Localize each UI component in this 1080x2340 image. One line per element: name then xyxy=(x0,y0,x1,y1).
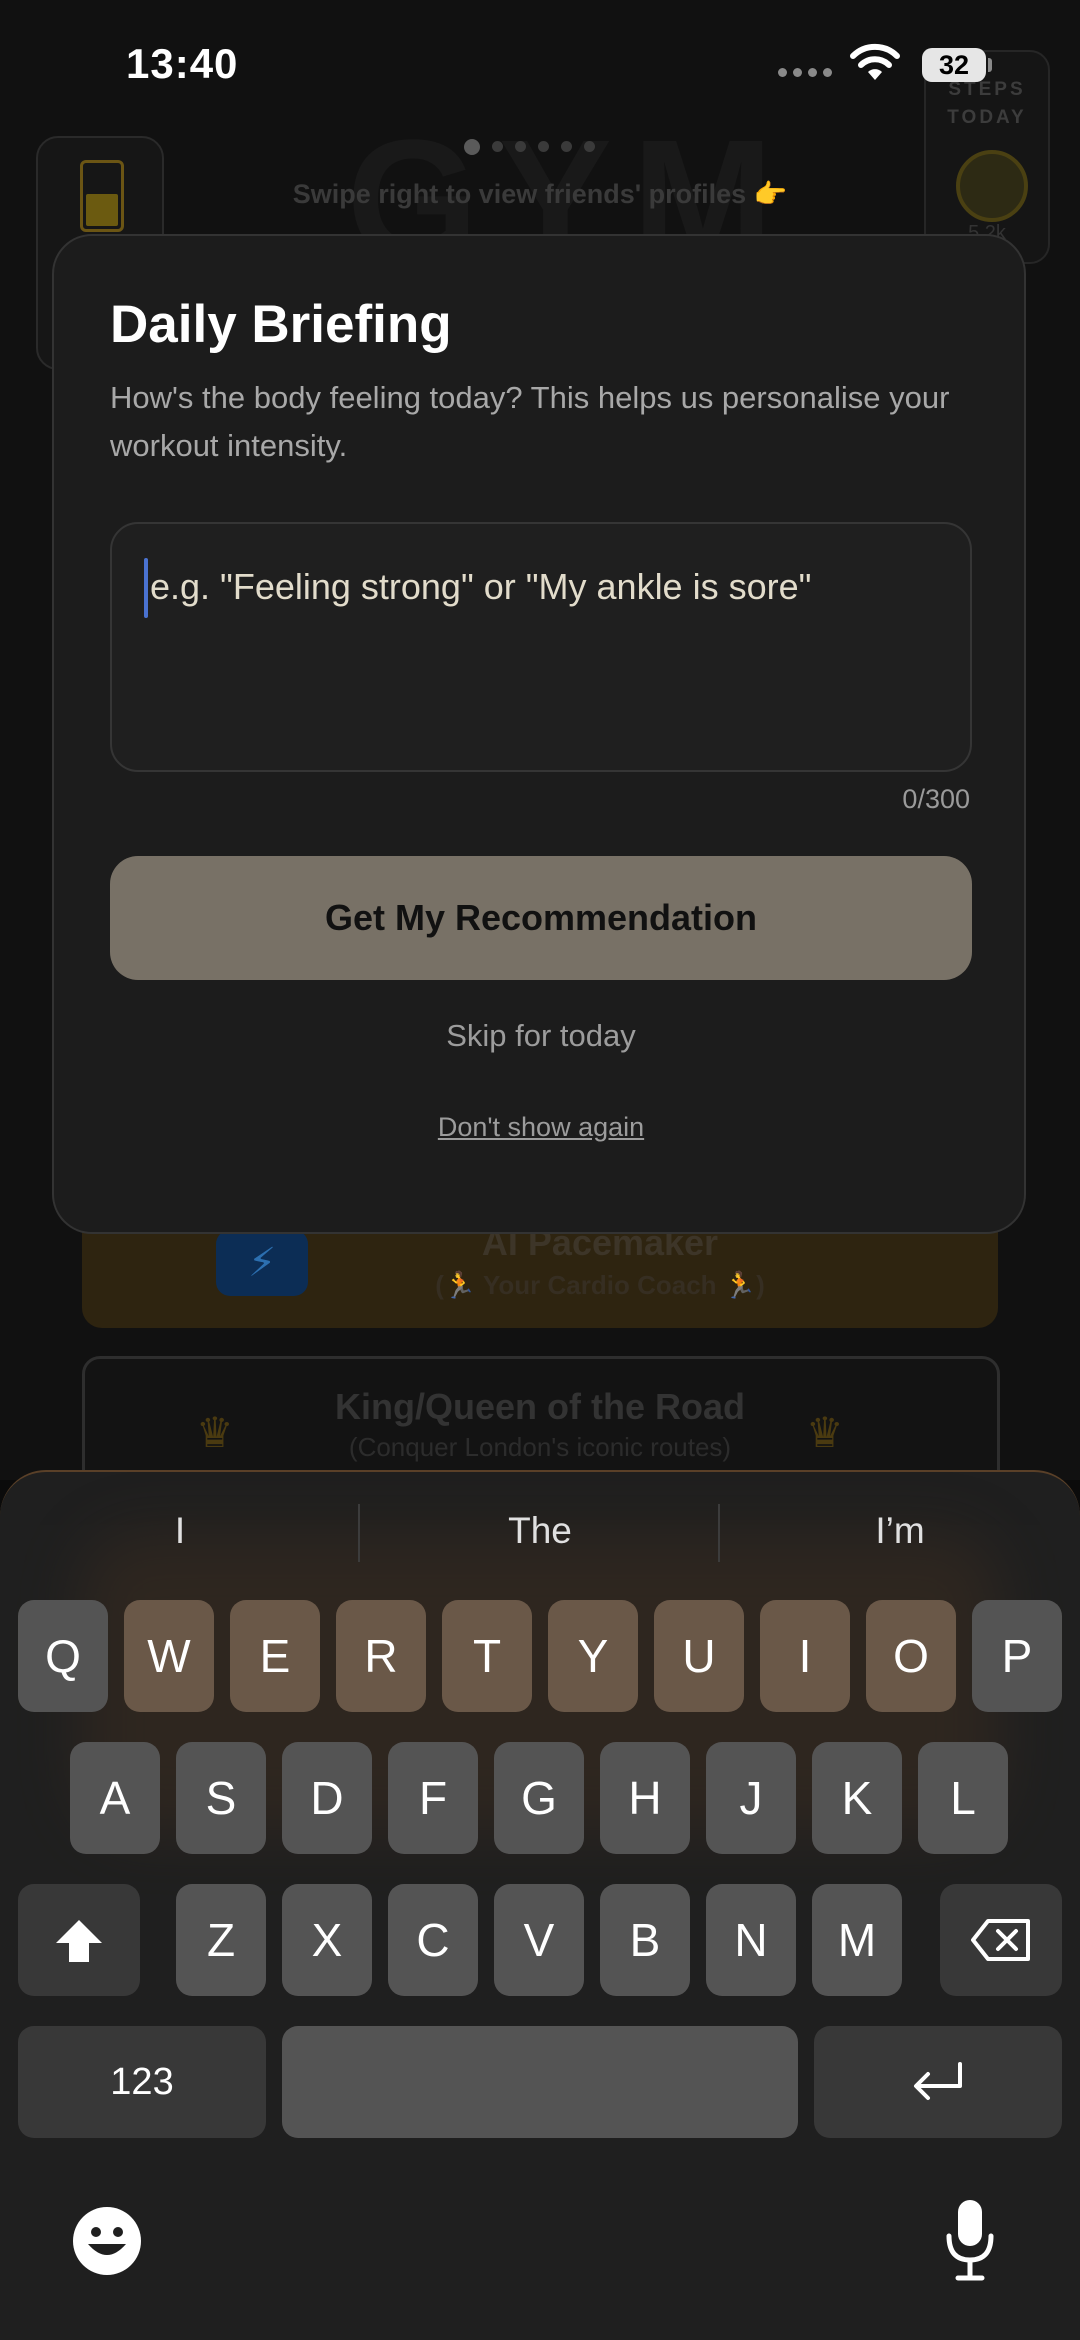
key-a[interactable]: A xyxy=(70,1742,160,1854)
key-i[interactable]: I xyxy=(760,1600,850,1712)
key-t[interactable]: T xyxy=(442,1600,532,1712)
numbers-key[interactable]: 123 xyxy=(18,2026,266,2138)
key-d[interactable]: D xyxy=(282,1742,372,1854)
key-n[interactable]: N xyxy=(706,1884,796,1996)
key-j[interactable]: J xyxy=(706,1742,796,1854)
key-r[interactable]: R xyxy=(336,1600,426,1712)
key-x[interactable]: X xyxy=(282,1884,372,1996)
modal-title: Daily Briefing xyxy=(110,295,452,354)
battery-level: 32 xyxy=(922,48,986,82)
keyboard: I The I’m Q W E R T Y U I O P A S D F G … xyxy=(0,1470,1080,2340)
lightning-icon: ⚡ xyxy=(216,1230,308,1296)
suggestion-2[interactable]: The xyxy=(370,1510,710,1552)
shift-key[interactable] xyxy=(18,1884,140,1996)
key-w[interactable]: W xyxy=(124,1600,214,1712)
get-recommendation-button[interactable]: Get My Recommendation xyxy=(110,856,972,980)
cellular-signal-icon xyxy=(778,68,832,77)
feeling-input[interactable]: e.g. "Feeling strong" or "My ankle is so… xyxy=(110,522,972,772)
key-f[interactable]: F xyxy=(388,1742,478,1854)
key-y[interactable]: Y xyxy=(548,1600,638,1712)
key-z[interactable]: Z xyxy=(176,1884,266,1996)
text-caret xyxy=(144,558,148,618)
status-time: 13:40 xyxy=(126,40,239,87)
backspace-icon xyxy=(971,1919,1030,1961)
road-title: King/Queen of the Road xyxy=(335,1386,745,1427)
dont-show-again-link[interactable]: Don't show again xyxy=(54,1112,1028,1143)
road-subtitle: (Conquer London's iconic routes) xyxy=(348,1432,732,1462)
modal-subtitle: How's the body feeling today? This helps… xyxy=(110,380,950,463)
emoji-icon[interactable] xyxy=(70,2204,144,2278)
key-q[interactable]: Q xyxy=(18,1600,108,1712)
microphone-icon[interactable] xyxy=(944,2196,996,2286)
pacemaker-subtitle: (🏃 Your Cardio Coach 🏃) xyxy=(435,1270,765,1300)
char-counter: 0/300 xyxy=(902,784,970,814)
key-l[interactable]: L xyxy=(918,1742,1008,1854)
suggestion-divider xyxy=(358,1504,360,1562)
page-indicator xyxy=(464,139,595,155)
feeling-input-placeholder: e.g. "Feeling strong" or "My ankle is so… xyxy=(150,566,812,607)
key-s[interactable]: S xyxy=(176,1742,266,1854)
wifi-icon xyxy=(850,43,900,80)
swipe-hint: Swipe right to view friends' profiles 👉 xyxy=(292,179,788,209)
crown-icon: ♛ xyxy=(196,1409,234,1456)
suggestion-divider xyxy=(718,1504,720,1562)
shift-icon xyxy=(56,1920,102,1962)
backspace-key[interactable] xyxy=(940,1884,1062,1996)
key-p[interactable]: P xyxy=(972,1600,1062,1712)
return-key[interactable] xyxy=(814,2026,1062,2138)
key-c[interactable]: C xyxy=(388,1884,478,1996)
skip-today-button[interactable]: Skip for today xyxy=(54,1018,1028,1054)
steps-card[interactable]: STEPS TODAY 5.2k xyxy=(924,50,1050,264)
suggestion-1[interactable]: I xyxy=(10,1510,350,1552)
key-b[interactable]: B xyxy=(600,1884,690,1996)
key-v[interactable]: V xyxy=(494,1884,584,1996)
return-icon xyxy=(914,2062,962,2100)
key-h[interactable]: H xyxy=(600,1742,690,1854)
steps-label: STEPS TODAY xyxy=(947,79,1027,128)
suggestion-3[interactable]: I’m xyxy=(730,1510,1070,1552)
key-m[interactable]: M xyxy=(812,1884,902,1996)
key-u[interactable]: U xyxy=(654,1600,744,1712)
battery-tip xyxy=(988,58,992,72)
space-key[interactable] xyxy=(282,2026,798,2138)
key-o[interactable]: O xyxy=(866,1600,956,1712)
daily-briefing-modal: Daily Briefing How's the body feeling to… xyxy=(52,234,1026,1234)
key-e[interactable]: E xyxy=(230,1600,320,1712)
key-g[interactable]: G xyxy=(494,1742,584,1854)
key-k[interactable]: K xyxy=(812,1742,902,1854)
